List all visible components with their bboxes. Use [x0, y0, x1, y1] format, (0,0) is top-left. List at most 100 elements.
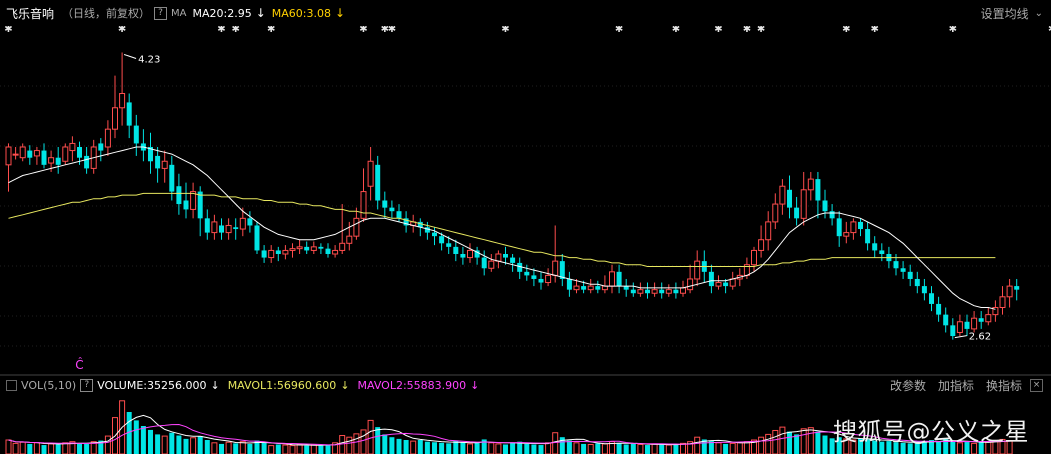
- candle-body[interactable]: [296, 246, 303, 250]
- ma-settings-button[interactable]: 设置均线: [981, 5, 1029, 22]
- candle-body[interactable]: [729, 278, 736, 287]
- event-star-icon[interactable]: ✱: [217, 26, 225, 35]
- candle-body[interactable]: [630, 289, 636, 294]
- settings-chevron-icon[interactable]: ⌄: [1035, 8, 1043, 19]
- volume-bar[interactable]: [488, 442, 495, 454]
- volume-bar[interactable]: [815, 431, 821, 454]
- candle-body[interactable]: [651, 289, 658, 294]
- volume-bar[interactable]: [460, 442, 466, 454]
- candle-body[interactable]: [978, 318, 984, 322]
- candle-body[interactable]: [360, 191, 367, 219]
- candle-body[interactable]: [77, 147, 82, 158]
- volume-bar[interactable]: [595, 443, 601, 454]
- candle-body[interactable]: [971, 317, 978, 330]
- candle-body[interactable]: [353, 217, 360, 237]
- volume-bar[interactable]: [474, 442, 480, 454]
- volume-bar[interactable]: [439, 442, 445, 454]
- candle-body[interactable]: [772, 203, 779, 223]
- event-star-icon[interactable]: ✱: [842, 26, 850, 35]
- candle-body[interactable]: [956, 321, 963, 333]
- candle-body[interactable]: [19, 146, 26, 159]
- volume-bar[interactable]: [503, 444, 508, 454]
- volume-bar[interactable]: [239, 441, 246, 454]
- event-star-icon[interactable]: ✱: [4, 26, 12, 35]
- event-star-icon[interactable]: ✱: [118, 26, 126, 35]
- candle-body[interactable]: [694, 260, 701, 280]
- volume-bar[interactable]: [261, 442, 267, 454]
- candle-body[interactable]: [601, 285, 608, 291]
- volume-bar[interactable]: [62, 442, 69, 454]
- volume-bar[interactable]: [410, 440, 417, 454]
- volume-bar[interactable]: [417, 440, 423, 454]
- candle-body[interactable]: [531, 275, 537, 279]
- volume-bar[interactable]: [787, 431, 792, 454]
- candle-body[interactable]: [289, 248, 296, 251]
- volume-bar[interactable]: [403, 440, 409, 454]
- volume-bar[interactable]: [346, 436, 353, 454]
- volume-bar[interactable]: [765, 433, 772, 454]
- volume-bar[interactable]: [531, 444, 537, 454]
- volume-bar[interactable]: [140, 426, 146, 454]
- event-star-icon[interactable]: ✱: [871, 26, 879, 35]
- candle-body[interactable]: [41, 150, 47, 165]
- candle-body[interactable]: [595, 286, 601, 290]
- candle-body[interactable]: [375, 164, 381, 201]
- candle-body[interactable]: [999, 296, 1006, 308]
- volume-bar[interactable]: [723, 443, 729, 454]
- candle-body[interactable]: [62, 146, 69, 162]
- volume-bar[interactable]: [510, 442, 516, 454]
- candle-body[interactable]: [27, 150, 33, 158]
- candle-body[interactable]: [155, 155, 161, 169]
- volume-bar[interactable]: [296, 443, 303, 454]
- candle-body[interactable]: [310, 246, 317, 251]
- candle-body[interactable]: [893, 261, 899, 269]
- candle-body[interactable]: [119, 93, 126, 109]
- volume-bar[interactable]: [275, 444, 281, 454]
- candle-body[interactable]: [98, 143, 104, 151]
- candle-body[interactable]: [865, 229, 871, 244]
- volume-bar[interactable]: [133, 420, 139, 454]
- volume-bar[interactable]: [616, 442, 622, 454]
- volume-bar[interactable]: [800, 428, 807, 454]
- volume-bar[interactable]: [169, 432, 175, 454]
- candle-body[interactable]: [211, 221, 218, 234]
- candle-body[interactable]: [55, 157, 61, 165]
- candle-body[interactable]: [247, 218, 253, 226]
- candle-body[interactable]: [936, 303, 942, 315]
- volume-bar[interactable]: [190, 437, 197, 454]
- candle-body[interactable]: [800, 189, 807, 219]
- volume-bar[interactable]: [233, 443, 239, 454]
- volume-bar[interactable]: [161, 435, 168, 454]
- candle-body[interactable]: [943, 314, 949, 326]
- candle-body[interactable]: [616, 271, 622, 287]
- candle-body[interactable]: [467, 249, 473, 259]
- candle-body[interactable]: [637, 289, 644, 294]
- volume-bar[interactable]: [552, 432, 559, 454]
- volume-bar[interactable]: [19, 441, 26, 454]
- volume-toggle-icon[interactable]: [6, 379, 17, 391]
- candle-body[interactable]: [126, 102, 132, 126]
- volume-bar[interactable]: [779, 426, 786, 454]
- candle-body[interactable]: [794, 207, 800, 219]
- volume-bar[interactable]: [467, 443, 473, 454]
- volume-bar[interactable]: [758, 436, 765, 454]
- candle-body[interactable]: [396, 211, 402, 219]
- event-star-icon[interactable]: ✱: [757, 26, 765, 35]
- volume-bar[interactable]: [645, 445, 650, 454]
- volume-bar[interactable]: [268, 445, 275, 454]
- volume-bar[interactable]: [794, 434, 800, 454]
- change-params-button[interactable]: 改参数: [890, 377, 926, 394]
- volume-bar[interactable]: [375, 427, 381, 454]
- volume-bar[interactable]: [453, 441, 459, 454]
- marker-c-icon[interactable]: Ĉ: [75, 357, 83, 372]
- volume-bar[interactable]: [524, 443, 530, 454]
- candle-body[interactable]: [723, 282, 729, 287]
- candle-body[interactable]: [566, 278, 572, 290]
- volume-bar[interactable]: [637, 443, 644, 454]
- volume-bar[interactable]: [148, 429, 153, 454]
- event-star-icon[interactable]: ✱: [501, 26, 509, 35]
- volume-bar[interactable]: [27, 443, 33, 454]
- volume-bar[interactable]: [743, 441, 750, 454]
- volume-bar[interactable]: [665, 444, 672, 454]
- candle-body[interactable]: [84, 155, 90, 169]
